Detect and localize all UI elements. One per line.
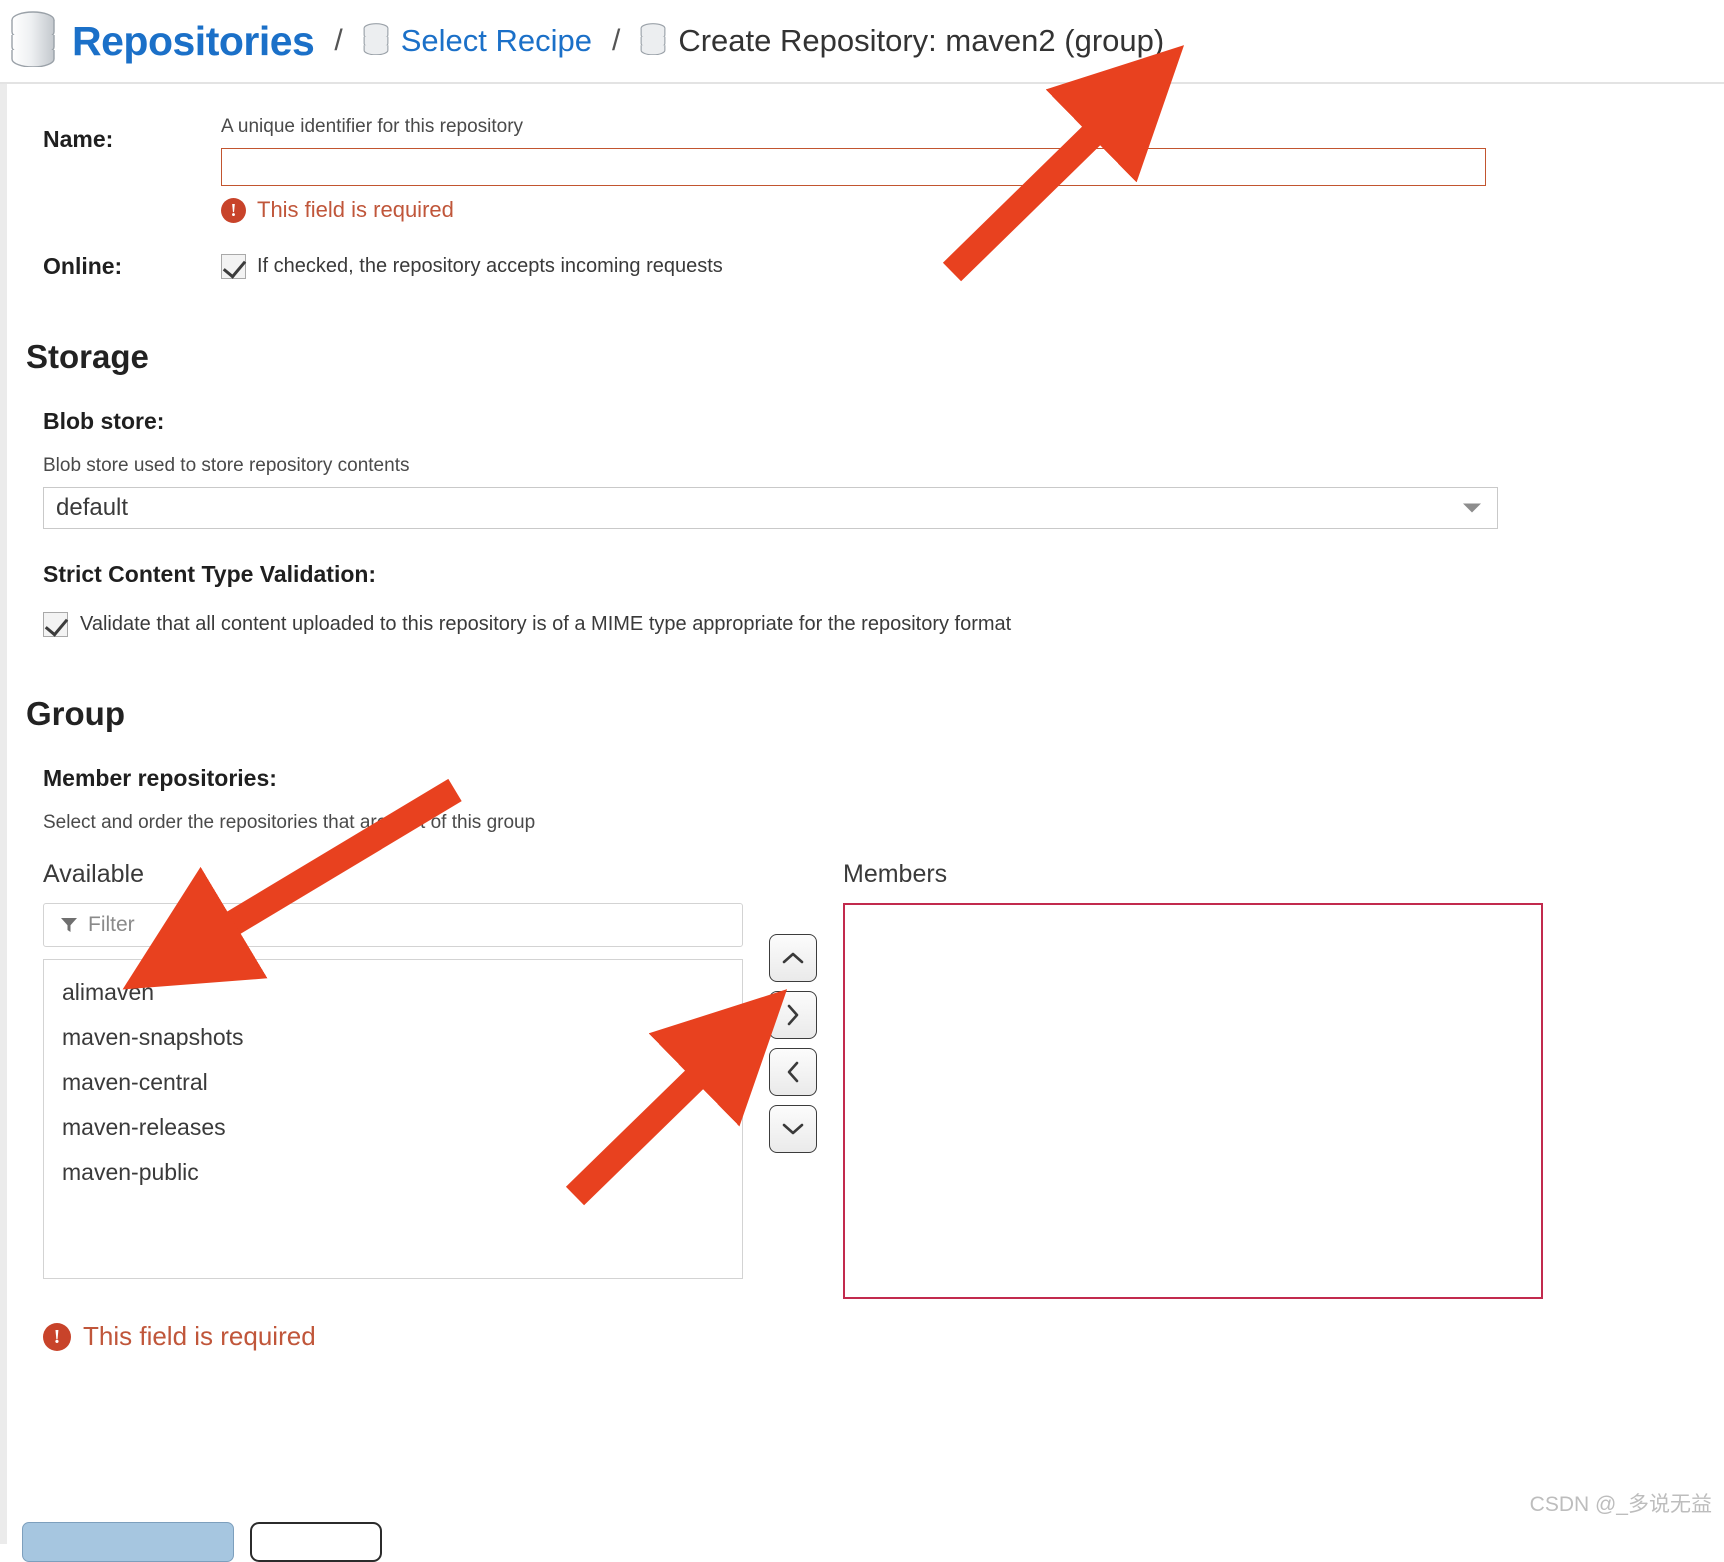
blob-store-selected-value: default [56, 494, 129, 521]
available-title: Available [43, 860, 145, 888]
online-checkbox-label: If checked, the repository accepts incom… [257, 255, 723, 277]
member-repositories-label: Member repositories: [43, 765, 277, 791]
list-item[interactable]: maven-snapshots [44, 1015, 742, 1060]
breadcrumb-current-label: Create Repository: maven2 (group) [678, 23, 1165, 58]
transfer-buttons [743, 860, 843, 1299]
blob-store-select[interactable]: default [43, 487, 1498, 529]
cancel-button[interactable] [250, 1522, 382, 1562]
online-field-row: Online: If checked, the repository accep… [26, 253, 1698, 280]
breadcrumb-link-label: Select Recipe [400, 23, 592, 58]
breadcrumb-separator-2: / [611, 24, 621, 57]
breadcrumb-item-repositories[interactable]: Repositories [10, 10, 315, 72]
available-filter-input[interactable]: Filter [43, 903, 743, 947]
error-icon: ! [221, 197, 246, 223]
member-repositories-error: ! This field is required [43, 1321, 1698, 1352]
blob-store-hint: Blob store used to store repository cont… [43, 455, 410, 476]
available-column: Available Filter alimaven maven-snapshots… [43, 860, 743, 1299]
repository-form: Name: A unique identifier for this repos… [0, 116, 1724, 1352]
members-column: Members [843, 860, 1543, 1299]
online-checkbox[interactable] [221, 254, 246, 279]
name-error: ! This field is required [221, 197, 1698, 223]
name-label: Name: [43, 126, 114, 152]
move-up-button[interactable] [769, 934, 817, 982]
name-error-text: This field is required [257, 197, 454, 222]
breadcrumb-separator-1: / [334, 24, 343, 57]
strict-content-type-checkbox[interactable] [43, 612, 68, 637]
strict-content-type-label: Strict Content Type Validation: [43, 561, 377, 587]
available-filter-placeholder: Filter [88, 913, 135, 936]
breadcrumb-root-label: Repositories [72, 17, 315, 64]
name-hint: A unique identifier for this repository [221, 116, 524, 137]
name-field-row: Name: A unique identifier for this repos… [26, 116, 1698, 223]
online-label: Online: [43, 253, 123, 279]
blob-store-label: Blob store: [43, 408, 165, 434]
database-icon [640, 22, 666, 60]
error-icon: ! [43, 1322, 71, 1351]
list-item[interactable]: maven-central [44, 1060, 742, 1105]
filter-icon [60, 917, 78, 933]
create-repository-button[interactable] [22, 1522, 234, 1562]
group-heading: Group [26, 695, 125, 732]
chevron-left-icon [787, 1061, 799, 1083]
database-icon [363, 22, 389, 60]
watermark: CSDN @_多说无益 [1529, 1493, 1712, 1516]
storage-heading: Storage [26, 338, 149, 375]
list-item[interactable]: maven-public [44, 1150, 742, 1195]
strict-content-type-checkbox-row[interactable]: Validate that all content uploaded to th… [43, 612, 1698, 637]
chevron-down-icon[interactable] [1463, 503, 1481, 513]
member-repositories-hint: Select and order the repositories that a… [43, 812, 536, 833]
online-checkbox-row[interactable]: If checked, the repository accepts incom… [221, 254, 1698, 279]
members-title: Members [843, 860, 948, 888]
move-left-button[interactable] [769, 1048, 817, 1096]
member-repositories-error-text: This field is required [83, 1321, 316, 1351]
strict-content-type-checkbox-label: Validate that all content uploaded to th… [80, 613, 1012, 635]
chevron-up-icon [782, 952, 804, 964]
chevron-down-icon [782, 1123, 804, 1135]
breadcrumb-item-select-recipe[interactable]: Select Recipe [363, 22, 592, 60]
breadcrumb-item-current: Create Repository: maven2 (group) [640, 22, 1165, 60]
members-list[interactable] [843, 903, 1543, 1299]
list-item[interactable]: alimaven [44, 970, 742, 1015]
move-right-button[interactable] [769, 991, 817, 1039]
chevron-right-icon [787, 1004, 799, 1026]
name-input[interactable] [221, 148, 1486, 186]
move-down-button[interactable] [769, 1105, 817, 1153]
member-transfer-widget: Available Filter alimaven maven-snapshots… [26, 860, 1698, 1299]
breadcrumb: Repositories / Select Recipe / Create Re… [0, 0, 1724, 84]
available-list[interactable]: alimaven maven-snapshots maven-central mave… [43, 959, 743, 1279]
form-footer [0, 1492, 1724, 1562]
list-item[interactable]: maven-releases [44, 1105, 742, 1150]
database-icon [10, 10, 56, 72]
